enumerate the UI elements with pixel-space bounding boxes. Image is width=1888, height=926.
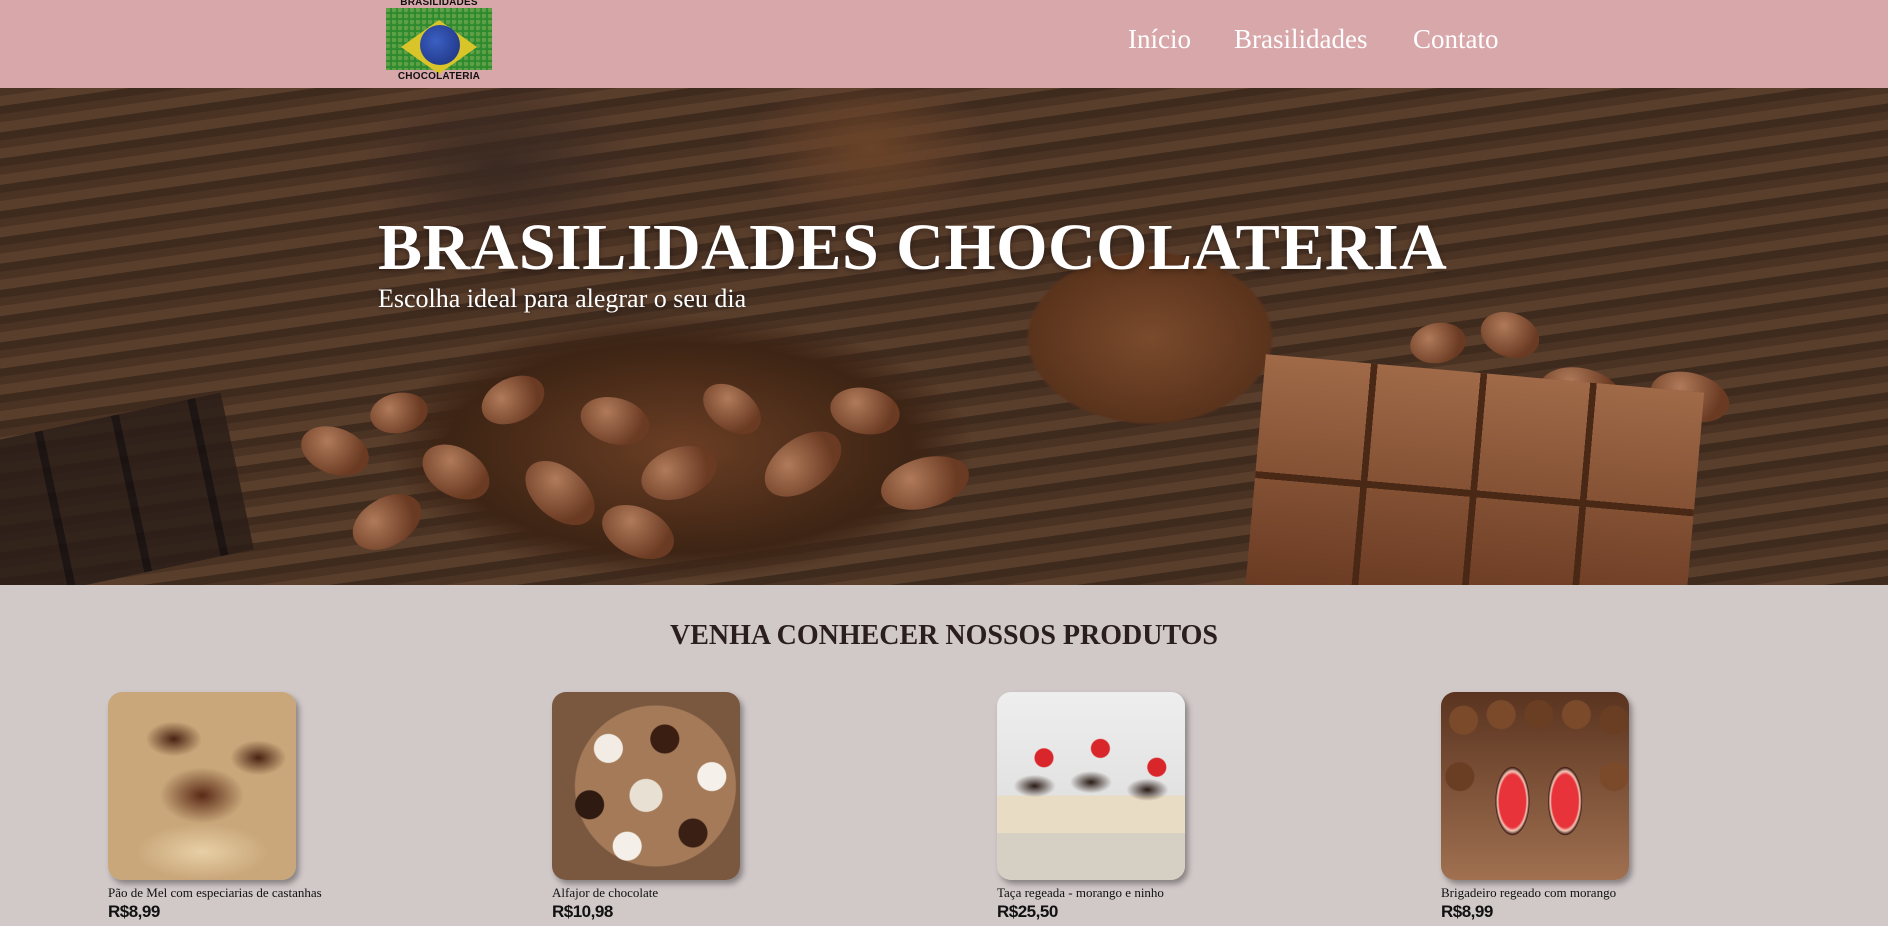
product-name: Brigadeiro regeado com morango [1441, 885, 1617, 900]
logo-bottom-text: CHOCOLATERIA [397, 71, 481, 82]
product-name: Pão de Mel com especiarias de castanhas [108, 885, 322, 900]
products-section-title: VENHA CONHECER NOSSOS PRODUTOS [670, 620, 1218, 651]
cocoa-bean [633, 436, 725, 510]
nav-link-inicio[interactable]: Início [1128, 24, 1191, 55]
product-name: Alfajor de chocolate [552, 885, 659, 900]
site-header: BRASILIDADES CHOCOLATERIA Início Brasili… [0, 0, 1888, 88]
cocoa-bean [342, 482, 432, 562]
logo-top-text: BRASILIDADES [400, 0, 478, 8]
product-price: R$8,99 [108, 902, 160, 921]
cocoa-bean [575, 389, 655, 453]
milk-chocolate-bar-graphic [1245, 354, 1705, 585]
taca-image[interactable] [997, 692, 1185, 880]
brigadeiro-image[interactable] [1441, 692, 1629, 880]
cocoa-bean [294, 417, 376, 485]
brazil-flag-logo-graphic [386, 8, 492, 74]
product-price: R$8,99 [1441, 902, 1493, 921]
cocoa-bean [752, 418, 854, 510]
nav-link-brasilidades[interactable]: Brasilidades [1234, 24, 1367, 55]
cocoa-bean [1406, 318, 1470, 368]
pao-de-mel-image[interactable] [108, 692, 296, 880]
cocoa-bean [693, 373, 771, 445]
dark-chocolate-bar-graphic [0, 392, 254, 585]
cocoa-bean [875, 447, 975, 519]
product-name: Taça regeada - morango e ninho [997, 885, 1164, 900]
cocoa-bean [1474, 304, 1546, 366]
hero-title: BRASILIDADES CHOCOLATERIA [378, 211, 1448, 284]
cocoa-bean [366, 388, 432, 438]
hero-subtitle: Escolha ideal para alegrar o seu dia [378, 284, 747, 313]
cocoa-bean [593, 494, 683, 570]
alfajor-image[interactable] [552, 692, 740, 880]
product-price: R$10,98 [552, 902, 613, 921]
cocoa-bean [513, 448, 607, 538]
brasilidades-logo[interactable]: BRASILIDADES CHOCOLATERIA [384, 0, 494, 86]
nav-link-contato[interactable]: Contato [1413, 24, 1499, 55]
cocoa-bean [412, 433, 500, 511]
product-price: R$25,50 [997, 902, 1058, 921]
cocoa-bean [473, 366, 553, 434]
cocoa-bean [826, 382, 904, 440]
hero-banner: BRASILIDADES CHOCOLATERIA Escolha ideal … [0, 88, 1888, 585]
